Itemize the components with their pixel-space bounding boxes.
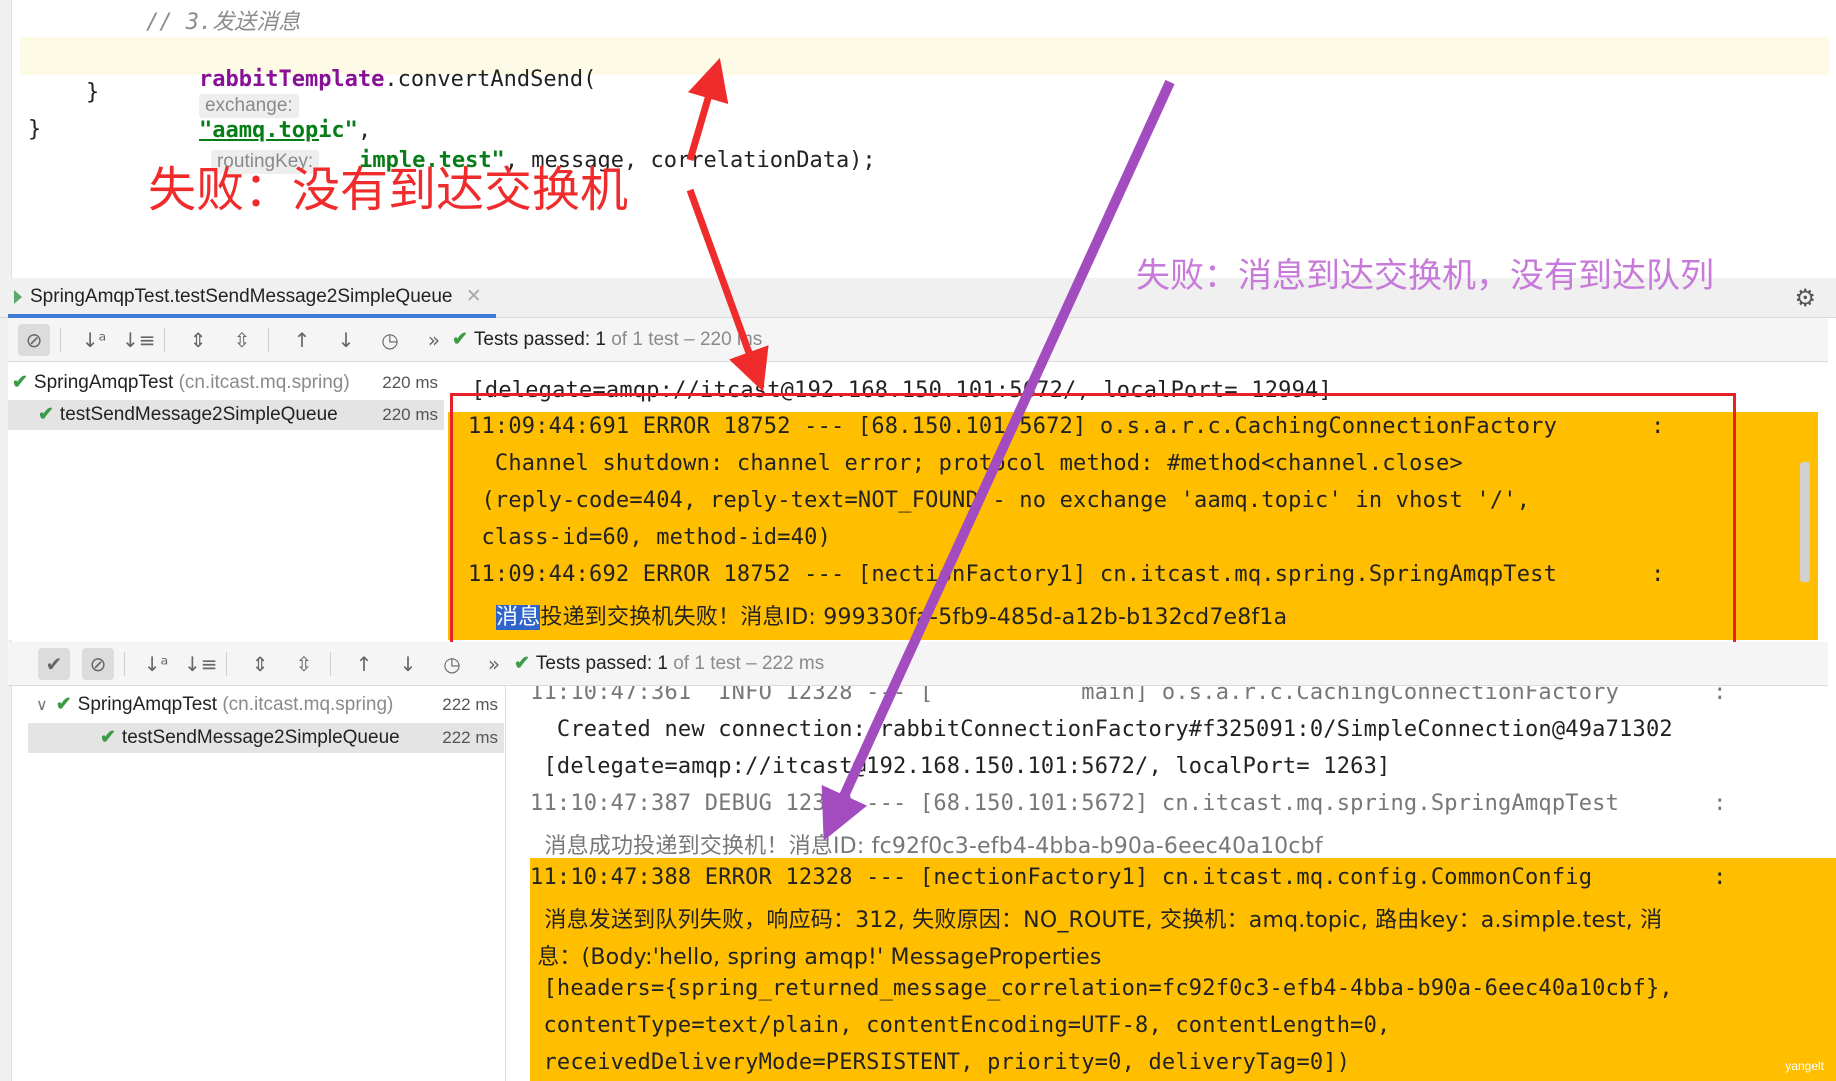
expand-all-icon[interactable]: ⇕ (244, 648, 276, 680)
collapse-all-icon[interactable]: ⇳ (226, 324, 258, 356)
close-icon[interactable]: ✕ (466, 286, 482, 307)
previous-failed-icon[interactable]: ↑ (348, 648, 380, 680)
collapse-all-icon[interactable]: ⇳ (288, 648, 320, 680)
console-line: 息：(Body:'hello, spring amqp!' MessagePro… (530, 945, 1102, 970)
tree-row-method[interactable]: ✔ testSendMessage2SimpleQueue 220 ms (8, 400, 444, 430)
run-arrow-icon (14, 290, 22, 304)
console-line: 11:10:47:388 ERROR 12328 --- [nectionFac… (530, 865, 1727, 890)
code-comment: // 3.发送消息 (146, 10, 301, 35)
test-status: ✔ Tests passed: 1 of 1 test – 220 ms (452, 329, 763, 350)
check-toggle-icon[interactable]: ✔ (38, 648, 70, 680)
history-icon[interactable]: ◷ (436, 648, 468, 680)
next-failed-icon[interactable]: ↓ (330, 324, 362, 356)
console-line: 11:10:47:361 INFO 12328 --- [ main] o.s.… (530, 686, 1727, 705)
tree-row-method[interactable]: ✔ testSendMessage2SimpleQueue 222 ms (28, 723, 504, 753)
console-line: Created new connection: rabbitConnection… (530, 717, 1673, 742)
comma: , (357, 118, 372, 143)
toolbar-divider (268, 328, 269, 352)
toolbar-divider (330, 652, 331, 676)
annotation-purple: 失败：消息到达交换机，没有到达队列 (1136, 257, 1714, 295)
toolbar-divider (226, 652, 227, 676)
toolbar-divider (124, 652, 125, 676)
sort-alpha-icon[interactable]: ↓ᵃ (140, 648, 172, 680)
exchange-param-hint: exchange: (198, 94, 299, 118)
tree-row-class[interactable]: ✔ SpringAmqpTest (cn.itcast.mq.spring) 22… (8, 368, 444, 398)
test-status: ✔ Tests passed: 1 of 1 test – 222 ms (514, 653, 825, 674)
test-toolbar-1: ⊘ ↓ᵃ ↓≡ ⇕ ⇳ ↑ ↓ ◷ » ✔ Tests passed: 1 of … (8, 318, 1828, 362)
console-line: contentType=text/plain, contentEncoding=… (530, 1013, 1391, 1038)
test-tree-1: ✔ SpringAmqpTest (cn.itcast.mq.spring) 22… (8, 362, 446, 640)
method-call: .convertAndSend( (384, 67, 597, 92)
stop-icon[interactable]: ⊘ (82, 648, 114, 680)
test-tree-2: ∨ ✔ SpringAmqpTest (cn.itcast.mq.spring) 2… (28, 686, 506, 1081)
more-icon[interactable]: » (418, 324, 450, 356)
check-icon: ✔ (12, 372, 28, 393)
error-callout-box (450, 393, 1736, 646)
toolbar-divider (60, 328, 61, 352)
more-icon[interactable]: » (478, 648, 510, 680)
console-output-2[interactable]: 11:10:47:361 INFO 12328 --- [ main] o.s.… (510, 686, 1836, 1081)
console-scrollbar[interactable] (1800, 462, 1810, 582)
tree-row-class[interactable]: ∨ ✔ SpringAmqpTest (cn.itcast.mq.spring) 2… (28, 690, 504, 720)
run-tab-title: SpringAmqpTest.testSendMessage2SimpleQue… (30, 286, 453, 307)
test-toolbar-2: ✔ ⊘ ↓ᵃ ↓≡ ⇕ ⇳ ↑ ↓ ◷ » ✔ Tests passed: 1 o… (8, 642, 1828, 686)
code-editor[interactable]: // 3.发送消息 rabbitTemplate.convertAndSend(… (0, 0, 1836, 278)
stop-icon[interactable]: ⊘ (18, 324, 50, 356)
console-line: [delegate=amqp://itcast@192.168.150.101:… (530, 754, 1391, 779)
console-line: 11:10:47:387 DEBUG 12328 --- [68.150.101… (530, 791, 1727, 816)
expand-all-icon[interactable]: ⇕ (182, 324, 214, 356)
check-icon: ✔ (452, 329, 468, 350)
console-line: 消息成功投递到交换机！消息ID: fc92f0c3-efb4-4bba-b90a… (530, 834, 1323, 859)
console-line: receivedDeliveryMode=PERSISTENT, priorit… (530, 1050, 1351, 1075)
check-icon: ✔ (55, 694, 72, 715)
history-icon[interactable]: ◷ (374, 324, 406, 356)
check-icon: ✔ (514, 653, 530, 674)
annotation-red: 失败：没有到达交换机 (148, 164, 629, 217)
check-icon: ✔ (100, 727, 116, 748)
chevron-down-icon[interactable]: ∨ (36, 697, 48, 714)
previous-failed-icon[interactable]: ↑ (286, 324, 318, 356)
next-failed-icon[interactable]: ↓ (392, 648, 424, 680)
sort-duration-icon[interactable]: ↓≡ (122, 324, 156, 356)
closing-brace-inner: } (86, 80, 100, 105)
sort-alpha-icon[interactable]: ↓ᵃ (78, 324, 110, 356)
watermark: yangelt (1785, 1059, 1824, 1073)
rabbit-template-field: rabbitTemplate (198, 67, 385, 92)
gear-icon[interactable]: ⚙ (1794, 284, 1816, 312)
closing-brace-outer: } (28, 117, 42, 142)
console-line: 消息发送到队列失败，响应码：312, 失败原因：NO_ROUTE, 交换机：am… (530, 908, 1663, 933)
sort-duration-icon[interactable]: ↓≡ (184, 648, 218, 680)
run-tab[interactable]: SpringAmqpTest.testSendMessage2SimpleQue… (8, 278, 496, 318)
toolbar-divider (164, 328, 165, 352)
check-icon: ✔ (38, 404, 54, 425)
console-line: [headers={spring_returned_message_correl… (530, 976, 1673, 1001)
